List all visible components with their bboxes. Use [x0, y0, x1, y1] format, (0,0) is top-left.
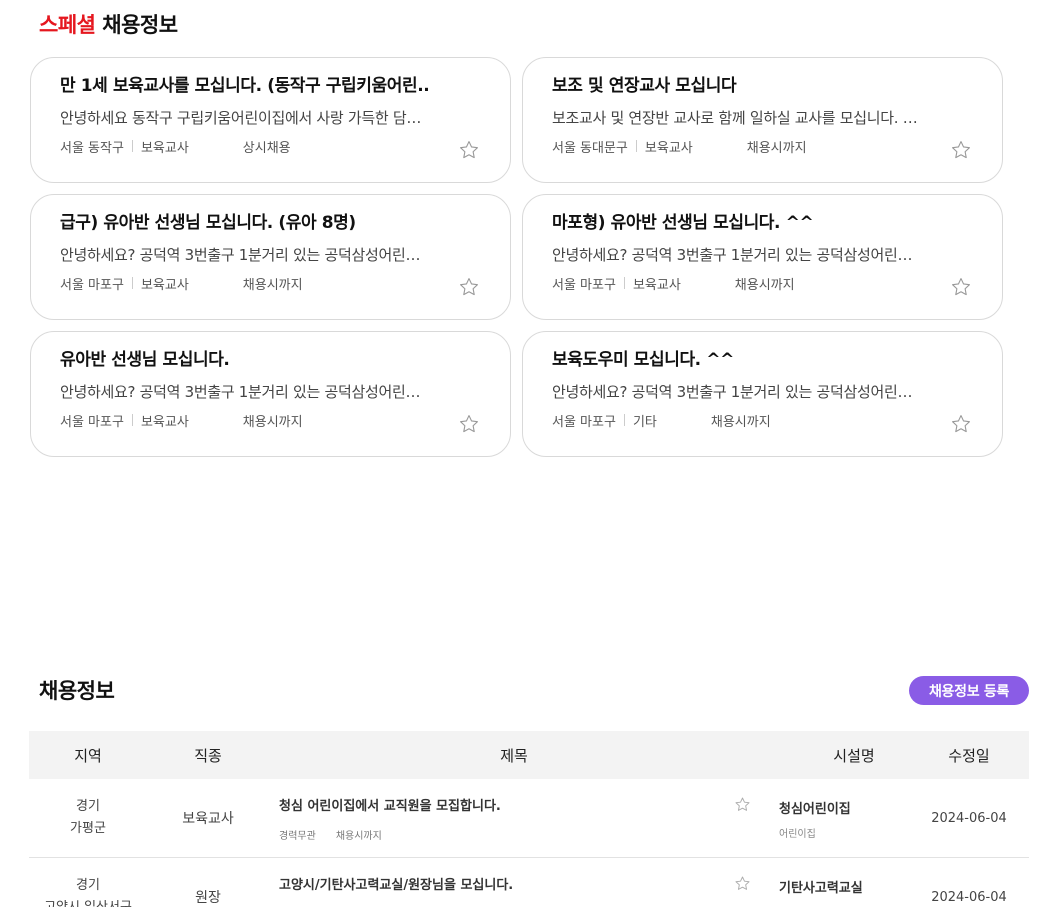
table-row[interactable]: 경기 가평군 보육교사 청심 어린이집에서 교직원을 모집합니다. 경력무관 채용… — [29, 779, 1029, 858]
special-job-card[interactable]: 보육도우미 모십니다. ^^ 안녕하세요? 공덕역 3번출구 1분거리 있는 공… — [522, 331, 1003, 457]
card-meta: 서울 동대문구 보육교사 채용시까지 — [552, 137, 962, 156]
card-description: 안녕하세요? 공덕역 3번출구 1분거리 있는 공덕삼성어린… — [552, 246, 913, 264]
special-job-card[interactable]: 만 1세 보육교사를 모십니다. (동작구 구립키움어린.. 안녕하세요 동작구… — [30, 57, 511, 183]
card-term: 채용시까지 — [710, 414, 771, 430]
star-outline-icon[interactable] — [458, 276, 480, 298]
facility-name: 기탄사고력교실 — [779, 881, 863, 896]
region-province: 경기 — [76, 799, 100, 814]
region-province: 경기 — [76, 878, 100, 893]
card-meta: 서울 동작구 보육교사 상시채용 — [60, 137, 470, 156]
card-job-type: 보육교사 — [632, 277, 681, 293]
card-location: 서울 동작구 — [60, 140, 124, 156]
card-meta: 서울 마포구 보육교사 채용시까지 — [552, 274, 962, 293]
region-city: 가평군 — [70, 821, 106, 836]
meta-divider — [131, 277, 133, 289]
header-date: 수정일 — [948, 746, 990, 765]
card-term: 채용시까지 — [734, 277, 795, 293]
row-region: 경기 고양시 일산서구 — [29, 875, 147, 907]
card-location: 서울 동대문구 — [552, 140, 628, 156]
card-location: 서울 마포구 — [552, 277, 616, 293]
header-region: 지역 — [74, 746, 102, 765]
row-job: 보육교사 — [182, 811, 234, 827]
card-term: 채용시까지 — [746, 140, 807, 156]
register-job-button[interactable]: 채용정보 등록 — [909, 676, 1029, 705]
facility-name: 청심어린이집 — [779, 802, 851, 817]
special-section-title: 스페셜 채용정보 — [39, 9, 178, 39]
row-job: 원장 — [195, 890, 221, 906]
meta-divider — [635, 140, 637, 152]
card-location: 서울 마포구 — [552, 414, 616, 430]
card-term: 채용시까지 — [242, 277, 303, 293]
meta-divider — [623, 277, 625, 289]
star-outline-icon[interactable] — [734, 875, 751, 892]
star-outline-icon[interactable] — [950, 413, 972, 435]
row-region: 경기 가평군 — [29, 796, 147, 840]
card-job-type: 보육교사 — [140, 140, 189, 156]
facility-type: 어린이집 — [779, 829, 816, 840]
star-outline-icon[interactable] — [458, 139, 480, 161]
star-outline-icon[interactable] — [950, 139, 972, 161]
card-title: 보육도우미 모십니다. ^^ — [552, 350, 734, 370]
row-term: 채용시까지 — [335, 831, 382, 842]
star-outline-icon[interactable] — [458, 413, 480, 435]
card-title: 보조 및 연장교사 모십니다 — [552, 76, 737, 96]
row-title-cell: 고양시/기탄사고력교실/원장님을 모십니다. — [269, 858, 759, 907]
card-term: 상시채용 — [242, 140, 291, 156]
card-term: 채용시까지 — [242, 414, 303, 430]
row-title-link[interactable]: 고양시/기탄사고력교실/원장님을 모십니다. — [279, 874, 513, 893]
special-title-rest: 채용정보 — [102, 13, 178, 37]
header-facility: 시설명 — [833, 746, 875, 765]
card-job-type: 보육교사 — [140, 277, 189, 293]
card-title: 만 1세 보육교사를 모십니다. (동작구 구립키움어린.. — [60, 76, 430, 96]
special-job-card[interactable]: 급구) 유아반 선생님 모십니다. (유아 8명) 안녕하세요? 공덕역 3번출… — [30, 194, 511, 320]
card-description: 보조교사 및 연장반 교사로 함께 일하실 교사를 모십니다. … — [552, 109, 918, 127]
meta-divider — [131, 414, 133, 426]
row-subinfo: 경력무관 채용시까지 — [279, 827, 382, 842]
card-description: 안녕하세요 동작구 구립키움어린이집에서 사랑 가득한 담… — [60, 109, 422, 127]
star-outline-icon[interactable] — [950, 276, 972, 298]
region-city: 고양시 일산서구 — [29, 897, 147, 907]
meta-divider — [623, 414, 625, 426]
header-title: 제목 — [500, 746, 528, 765]
row-title-cell: 청심 어린이집에서 교직원을 모집합니다. 경력무관 채용시까지 — [269, 779, 759, 857]
special-job-card[interactable]: 마포형) 유아반 선생님 모십니다. ^^ 안녕하세요? 공덕역 3번출구 1분… — [522, 194, 1003, 320]
row-career: 경력무관 — [279, 831, 316, 842]
row-title-link[interactable]: 청심 어린이집에서 교직원을 모집합니다. — [279, 795, 501, 814]
card-meta: 서울 마포구 보육교사 채용시까지 — [60, 411, 470, 430]
special-card-grid: 만 1세 보육교사를 모십니다. (동작구 구립키움어린.. 안녕하세요 동작구… — [30, 57, 1003, 457]
row-date: 2024-06-04 — [931, 889, 1007, 905]
card-title: 급구) 유아반 선생님 모십니다. (유아 8명) — [60, 213, 356, 233]
table-header: 지역 직종 제목 시설명 수정일 — [29, 731, 1029, 779]
card-description: 안녕하세요? 공덕역 3번출구 1분거리 있는 공덕삼성어린… — [552, 383, 913, 401]
card-location: 서울 마포구 — [60, 414, 124, 430]
star-outline-icon[interactable] — [734, 796, 751, 813]
card-job-type: 기타 — [632, 414, 657, 430]
jobs-table: 지역 직종 제목 시설명 수정일 경기 가평군 보육교사 청심 어린이집에서 교… — [29, 731, 1029, 907]
special-title-accent: 스페셜 — [39, 13, 96, 37]
card-title: 마포형) 유아반 선생님 모십니다. ^^ — [552, 213, 814, 233]
special-job-card[interactable]: 보조 및 연장교사 모십니다 보조교사 및 연장반 교사로 함께 일하실 교사를… — [522, 57, 1003, 183]
card-description: 안녕하세요? 공덕역 3번출구 1분거리 있는 공덕삼성어린… — [60, 246, 421, 264]
row-facility-cell: 기탄사고력교실 — [759, 858, 909, 907]
card-job-type: 보육교사 — [644, 140, 693, 156]
card-description: 안녕하세요? 공덕역 3번출구 1분거리 있는 공덕삼성어린… — [60, 383, 421, 401]
row-date: 2024-06-04 — [931, 810, 1007, 826]
jobs-section-title: 채용정보 — [39, 679, 115, 703]
card-meta: 서울 마포구 보육교사 채용시까지 — [60, 274, 470, 293]
card-location: 서울 마포구 — [60, 277, 124, 293]
header-job: 직종 — [194, 746, 222, 765]
meta-divider — [131, 140, 133, 152]
card-job-type: 보육교사 — [140, 414, 189, 430]
card-meta: 서울 마포구 기타 채용시까지 — [552, 411, 962, 430]
table-row[interactable]: 경기 고양시 일산서구 원장 고양시/기탄사고력교실/원장님을 모십니다. 기탄… — [29, 858, 1029, 907]
card-title: 유아반 선생님 모십니다. — [60, 350, 230, 370]
row-facility-cell: 청심어린이집 어린이집 — [759, 779, 909, 857]
special-job-card[interactable]: 유아반 선생님 모십니다. 안녕하세요? 공덕역 3번출구 1분거리 있는 공덕… — [30, 331, 511, 457]
